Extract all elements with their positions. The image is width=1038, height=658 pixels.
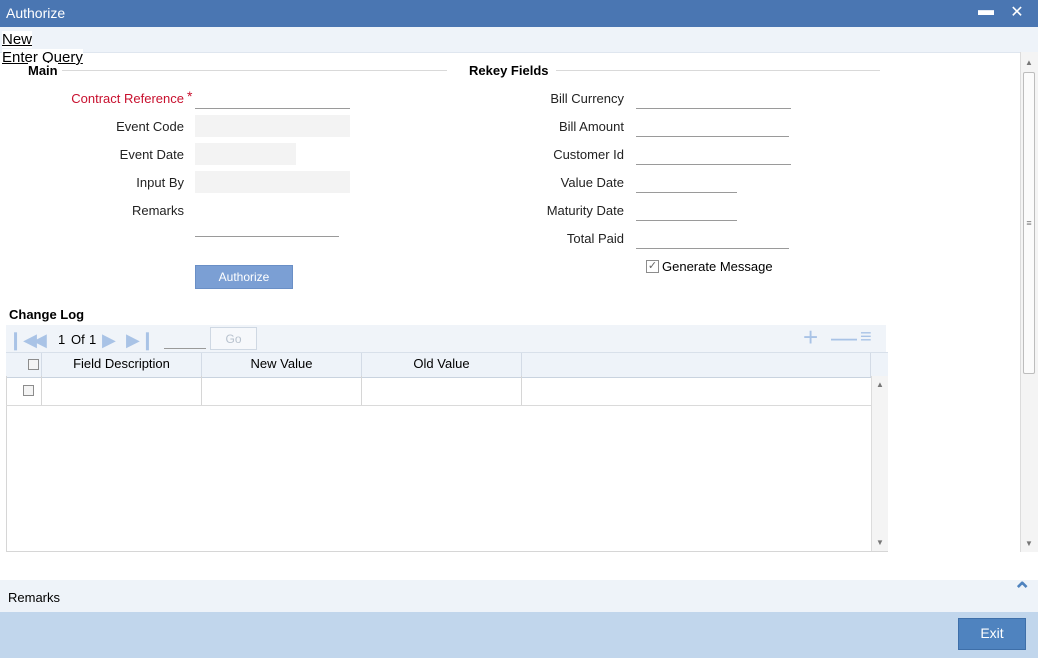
- column-header-new-value[interactable]: New Value: [202, 353, 362, 377]
- bill-currency-label: Bill Currency: [550, 91, 624, 106]
- column-header-field-description[interactable]: Field Description: [42, 353, 202, 377]
- add-row-icon[interactable]: +: [803, 324, 818, 350]
- contract-reference-label: Contract Reference: [71, 91, 184, 106]
- go-button[interactable]: Go: [210, 327, 257, 350]
- page-scroll-up-icon[interactable]: ▲: [1021, 58, 1037, 67]
- main-section-divider: [62, 70, 447, 71]
- remarks-input[interactable]: [195, 217, 339, 237]
- event-code-label: Event Code: [116, 119, 184, 134]
- minimize-icon[interactable]: ▬: [976, 2, 996, 20]
- event-code-input[interactable]: [195, 115, 350, 137]
- customer-id-label: Customer Id: [553, 147, 624, 162]
- maturity-date-label: Maturity Date: [546, 203, 624, 218]
- required-mark: *: [187, 88, 193, 104]
- remarks-label: Remarks: [131, 203, 184, 218]
- field-description-cell[interactable]: [42, 376, 202, 405]
- window-title: Authorize: [6, 5, 66, 21]
- event-date-input[interactable]: [195, 143, 296, 165]
- single-view-icon[interactable]: ≡: [860, 327, 872, 347]
- select-all-column: [6, 353, 42, 377]
- delete-row-icon[interactable]: —: [831, 324, 857, 350]
- rekey-section-title: Rekey Fields: [469, 63, 549, 78]
- input-by-label: Input By: [136, 175, 184, 190]
- remarks-bar: [0, 580, 1038, 612]
- pager-current: 1: [58, 332, 66, 347]
- close-icon[interactable]: ✕: [1007, 2, 1027, 22]
- pager-of-label: Of: [71, 332, 85, 347]
- value-date-label: Value Date: [560, 175, 624, 190]
- page-number-input[interactable]: [164, 329, 206, 349]
- grid-scroll-down-icon[interactable]: ▼: [872, 538, 888, 547]
- footer-bar: [0, 612, 1038, 658]
- column-header-old-value[interactable]: Old Value: [362, 353, 522, 377]
- table-row[interactable]: [6, 376, 871, 406]
- contract-reference-input[interactable]: [195, 89, 350, 109]
- generate-message-checkbox[interactable]: ✓: [646, 260, 659, 273]
- grid-scroll-up-icon[interactable]: ▲: [872, 380, 888, 389]
- last-page-icon[interactable]: ▶❙: [126, 330, 155, 351]
- row-checkbox[interactable]: [23, 385, 34, 396]
- change-log-grid-header: Field Description New Value Old Value: [6, 352, 888, 378]
- column-header-filler: [522, 353, 871, 377]
- authorize-button[interactable]: Authorize: [195, 265, 293, 289]
- main-section-title: Main: [28, 63, 58, 78]
- expand-remarks-icon[interactable]: ⌃: [1013, 578, 1031, 604]
- select-all-checkbox[interactable]: [28, 359, 39, 370]
- customer-id-input[interactable]: [636, 145, 791, 165]
- input-by-input[interactable]: [195, 171, 350, 193]
- generate-message-label: Generate Message: [662, 259, 773, 274]
- value-date-input[interactable]: [636, 173, 737, 193]
- exit-button[interactable]: Exit: [958, 618, 1026, 650]
- total-paid-input[interactable]: [636, 229, 789, 249]
- remarks-bar-label: Remarks: [8, 590, 61, 605]
- old-value-cell[interactable]: [362, 376, 522, 405]
- bill-currency-input[interactable]: [636, 89, 791, 109]
- event-date-label: Event Date: [119, 147, 184, 162]
- next-page-icon[interactable]: ▶: [102, 330, 116, 351]
- window-titlebar: Authorize ▬ ✕: [0, 0, 1038, 27]
- total-paid-label: Total Paid: [566, 231, 624, 246]
- change-log-title: Change Log: [9, 307, 85, 322]
- grid-vertical-scrollbar[interactable]: ▲ ▼: [871, 376, 888, 551]
- maturity-date-input[interactable]: [636, 201, 737, 221]
- row-select-cell: [6, 376, 42, 405]
- page-scroll-down-icon[interactable]: ▼: [1021, 539, 1037, 548]
- pager-total: 1: [89, 332, 97, 347]
- toolbar: [0, 27, 1038, 53]
- page-vertical-scrollbar[interactable]: ▲ ≡ ▼: [1020, 52, 1038, 552]
- page-scroll-thumb[interactable]: ≡: [1023, 72, 1035, 374]
- new-value-cell[interactable]: [202, 376, 362, 405]
- bill-amount-label: Bill Amount: [558, 119, 624, 134]
- rekey-section-divider: [556, 70, 880, 71]
- new-link[interactable]: New: [2, 31, 33, 48]
- bill-amount-input[interactable]: [636, 117, 789, 137]
- previous-page-icon[interactable]: ◀: [33, 330, 47, 351]
